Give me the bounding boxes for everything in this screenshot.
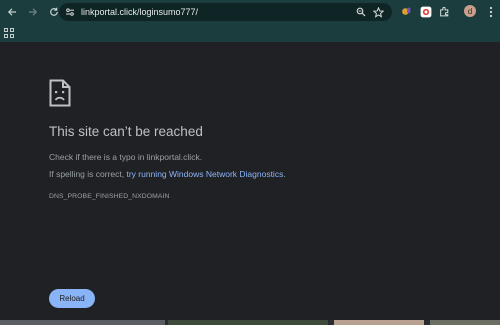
- browser-toolbar: linkportal.click/loginsumo777/ d: [0, 0, 500, 24]
- reload-page-button[interactable]: Reload: [49, 289, 95, 308]
- bookmarks-bar: [0, 24, 500, 42]
- error-code: DNS_PROBE_FINISHED_NXDOMAIN: [49, 193, 170, 200]
- profile-avatar[interactable]: d: [464, 5, 476, 17]
- error-page: This site can’t be reached Check if ther…: [0, 42, 500, 325]
- preview-thumbnail-2: [168, 320, 328, 325]
- spelling-hint-suffix: .: [283, 169, 286, 179]
- extension-app-icon: [420, 6, 431, 17]
- preview-thumbnail-3: [334, 320, 424, 325]
- forward-arrow-icon: [29, 8, 38, 16]
- sad-page-icon: [49, 79, 71, 107]
- extensions-menu-button[interactable]: [438, 5, 451, 18]
- typo-hint-text: Check if there is a typo in linkportal.c…: [49, 152, 203, 162]
- site-info-button[interactable]: [64, 6, 76, 18]
- extension-button-2[interactable]: [419, 5, 432, 18]
- forward-button[interactable]: [26, 5, 40, 19]
- zoom-button[interactable]: [355, 6, 367, 18]
- kebab-menu-icon: [489, 6, 492, 17]
- spelling-hint-prefix: If spelling is correct,: [49, 169, 127, 179]
- extension-hand-icon: [402, 7, 411, 15]
- zoom-icon: [356, 7, 366, 17]
- apps-grid-icon[interactable]: [4, 28, 14, 38]
- address-bar[interactable]: linkportal.click/loginsumo777/: [59, 3, 392, 21]
- profile-initial: d: [467, 6, 473, 16]
- star-icon: [372, 6, 384, 18]
- preview-thumbnail-1: [0, 320, 165, 325]
- page-title: This site can’t be reached: [49, 124, 203, 139]
- url-text[interactable]: linkportal.click/loginsumo777/: [81, 7, 198, 17]
- extension-button-1[interactable]: [400, 5, 413, 18]
- bottom-preview-strip: [0, 320, 500, 325]
- site-settings-icon: [66, 8, 74, 16]
- network-diagnostics-link[interactable]: try running Windows Network Diagnostics: [126, 169, 283, 179]
- spelling-hint: If spelling is correct, try running Wind…: [49, 169, 286, 179]
- back-arrow-icon: [7, 8, 16, 16]
- puzzle-icon: [440, 6, 449, 17]
- bookmark-star-button[interactable]: [372, 6, 384, 18]
- preview-thumbnail-4: [430, 320, 500, 325]
- back-button[interactable]: [5, 5, 19, 19]
- browser-menu-button[interactable]: [484, 5, 497, 18]
- reload-icon: [50, 7, 58, 16]
